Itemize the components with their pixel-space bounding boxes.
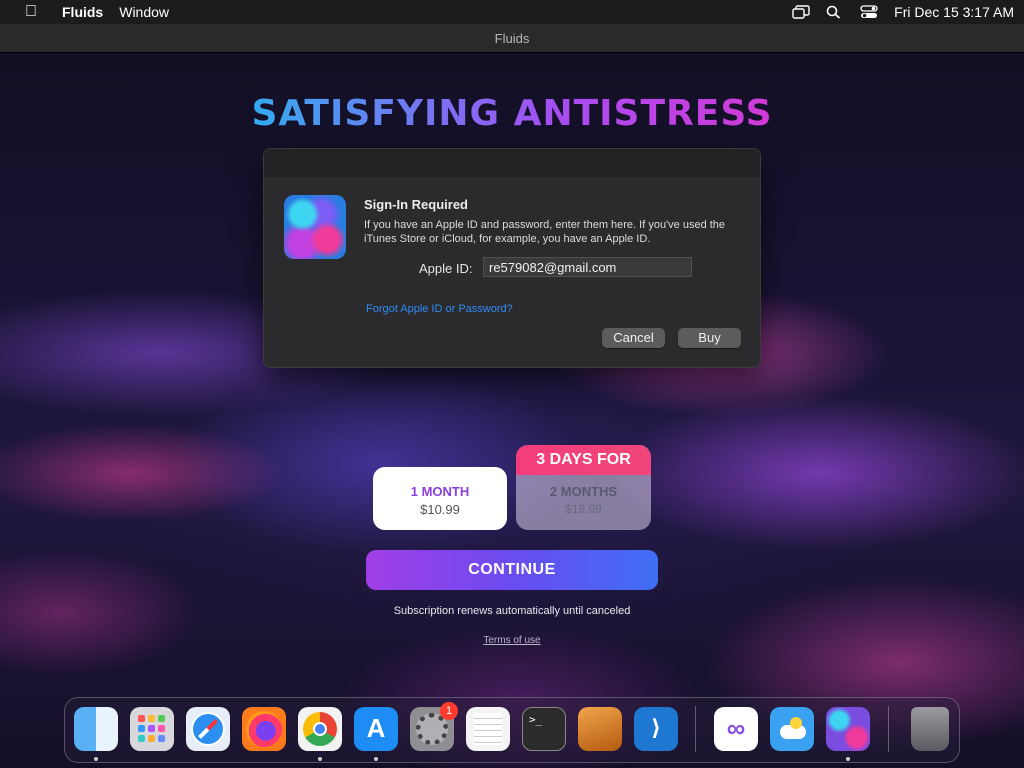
renewal-notice: Subscription renews automatically until … — [393, 605, 631, 617]
menu-bar:  Fluids Window Fri Dec 15 3:17 AM — [0, 0, 1024, 24]
fluids-icon[interactable] — [826, 707, 870, 751]
cancel-button[interactable]: Cancel — [602, 328, 665, 348]
screen-mirroring-icon[interactable] — [792, 5, 810, 19]
firefox-icon[interactable] — [242, 707, 286, 751]
plan-badge: 3 DAYS FOR — [516, 445, 651, 475]
chrome-icon[interactable] — [298, 707, 342, 751]
dock-running-indicator — [846, 757, 850, 761]
dock-separator — [888, 706, 889, 752]
vscode-icon[interactable]: ⟩ — [634, 707, 678, 751]
app-headline: SATISFYING ANTISTRESS — [0, 93, 1024, 134]
dialog-body-text: If you have an Apple ID and password, en… — [364, 219, 726, 245]
dock-running-indicator — [374, 757, 378, 761]
buy-button[interactable]: Buy — [678, 328, 741, 348]
safari-icon[interactable] — [186, 707, 230, 751]
trash-icon[interactable] — [911, 707, 949, 751]
plan-title: 2 MONTHS — [549, 484, 618, 499]
notification-badge: 1 — [440, 702, 458, 720]
control-center-icon[interactable] — [860, 5, 878, 19]
spotlight-search-icon[interactable] — [826, 5, 844, 19]
menubar-clock[interactable]: Fri Dec 15 3:17 AM — [894, 4, 1014, 20]
dock-running-indicator — [94, 757, 98, 761]
continue-button[interactable]: CONTINUE — [366, 550, 658, 590]
forgot-apple-id-link[interactable]: Forgot Apple ID or Password? — [366, 303, 513, 315]
menu-app-name[interactable]: Fluids — [62, 4, 103, 20]
app-store-icon[interactable]: A — [354, 707, 398, 751]
apple-id-label: Apple ID: — [419, 261, 473, 276]
app-content: SATISFYING ANTISTRESS Sign-In Required I… — [0, 53, 1024, 768]
plan-2-months[interactable]: 3 DAYS FOR 2 MONTHS $19.99 — [516, 445, 651, 530]
sign-in-dialog: Sign-In Required If you have an Apple ID… — [263, 148, 761, 368]
dialog-top-bar — [264, 149, 760, 177]
terminal-icon[interactable]: >_ — [522, 707, 566, 751]
garageband-icon[interactable] — [578, 707, 622, 751]
terms-of-use-link-wrap: Terms of use — [0, 635, 1024, 646]
dialog-heading: Sign-In Required — [364, 197, 468, 212]
visual-studio-icon[interactable]: ∞ — [714, 707, 758, 751]
launchpad-icon[interactable] — [130, 707, 174, 751]
plan-title: 1 MONTH — [410, 484, 470, 499]
finder-icon[interactable] — [74, 707, 118, 751]
dock-running-indicator — [318, 757, 322, 761]
window-title: Fluids — [494, 31, 530, 46]
weather-icon[interactable] — [770, 707, 814, 751]
textedit-icon[interactable] — [466, 707, 510, 751]
apple-menu-icon[interactable]:  — [16, 3, 46, 21]
window-title-bar: Fluids — [0, 24, 1024, 53]
plan-price: $10.99 — [420, 502, 460, 517]
fluids-app-icon — [284, 195, 346, 259]
apple-id-field[interactable] — [483, 257, 692, 277]
plan-1-month[interactable]: 1 MONTH $10.99 — [373, 467, 507, 530]
dock-separator — [695, 706, 696, 752]
menu-window[interactable]: Window — [119, 4, 169, 20]
plan-price: $19.99 — [565, 502, 602, 516]
terms-of-use-link[interactable]: Terms of use — [483, 635, 540, 646]
